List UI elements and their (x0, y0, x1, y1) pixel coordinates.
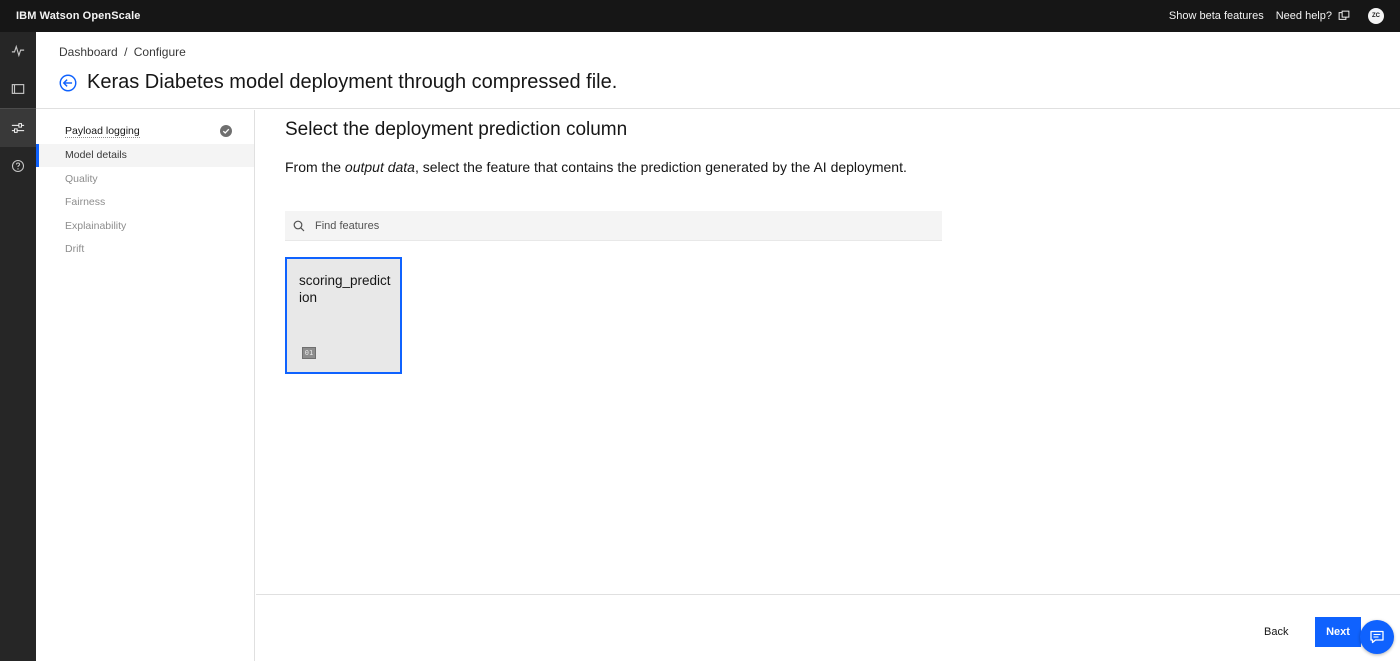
step-label: Explainability (65, 219, 127, 232)
rail-help-button[interactable] (0, 147, 36, 185)
feature-search (285, 211, 942, 241)
configuration-steps: Payload logging Model details Quality Fa… (36, 110, 255, 661)
settings-adjust-icon (11, 123, 25, 133)
search-input[interactable] (315, 219, 915, 232)
breadcrumb: Dashboard / Configure (59, 45, 186, 59)
wizard-footer: Back Next (256, 594, 1400, 661)
chat-icon (1370, 630, 1384, 644)
step-label: Fairness (65, 196, 106, 209)
help-icon (11, 159, 25, 173)
step-explainability[interactable]: Explainability (36, 214, 254, 238)
step-payload-logging[interactable]: Payload logging (36, 120, 254, 144)
back-arrow-icon[interactable] (59, 74, 77, 92)
feature-name: scoring_prediction (299, 273, 391, 305)
step-model-details[interactable]: Model details (36, 143, 254, 167)
next-button[interactable]: Next (1315, 617, 1361, 647)
app-title[interactable]: IBM Watson OpenScale (16, 10, 140, 22)
step-label: Payload logging (65, 125, 140, 139)
description-suffix: , select the feature that contains the p… (414, 159, 907, 175)
chat-button[interactable] (1360, 620, 1394, 654)
back-button[interactable]: Back (1250, 617, 1302, 647)
step-quality[interactable]: Quality (36, 167, 254, 191)
binary-type-icon: 01 (302, 347, 316, 359)
step-fairness[interactable]: Fairness (36, 191, 254, 215)
breadcrumb-dashboard-link[interactable]: Dashboard (59, 45, 118, 59)
need-help-link[interactable]: Need help? (1276, 10, 1332, 22)
activity-icon (11, 44, 25, 58)
step-label: Quality (65, 172, 98, 185)
rail-insights-button[interactable] (0, 32, 36, 70)
launch-icon[interactable] (1338, 10, 1350, 22)
header-actions: Show beta features Need help? ZC (1157, 8, 1384, 24)
description-prefix: From the (285, 159, 345, 175)
show-beta-features-link[interactable]: Show beta features (1169, 10, 1264, 22)
checkmark-filled-icon (220, 125, 232, 137)
rail-deployments-button[interactable] (0, 70, 36, 108)
main-content: Select the deployment prediction column … (256, 110, 1400, 594)
feature-tile-scoring-prediction[interactable]: scoring_prediction 01 (285, 257, 402, 374)
step-label: Drift (65, 243, 85, 256)
avatar[interactable]: ZC (1368, 8, 1384, 24)
page-header: Dashboard / Configure Keras Diabetes mod… (36, 32, 1400, 109)
breadcrumb-current: Configure (133, 45, 186, 59)
search-icon (293, 220, 305, 231)
description-emphasis: output data (344, 159, 415, 175)
section-title: Select the deployment prediction column (285, 119, 628, 140)
section-description: From the output data, select the feature… (285, 158, 925, 176)
top-header: IBM Watson OpenScale Show beta features … (0, 0, 1400, 32)
rail-configure-button[interactable] (0, 109, 36, 147)
step-label: Model details (65, 149, 127, 162)
terminal-icon (11, 84, 25, 94)
page-title: Keras Diabetes model deployment through … (87, 71, 618, 93)
breadcrumb-separator: / (124, 45, 128, 59)
step-drift[interactable]: Drift (36, 238, 254, 262)
left-nav-rail (0, 32, 36, 661)
